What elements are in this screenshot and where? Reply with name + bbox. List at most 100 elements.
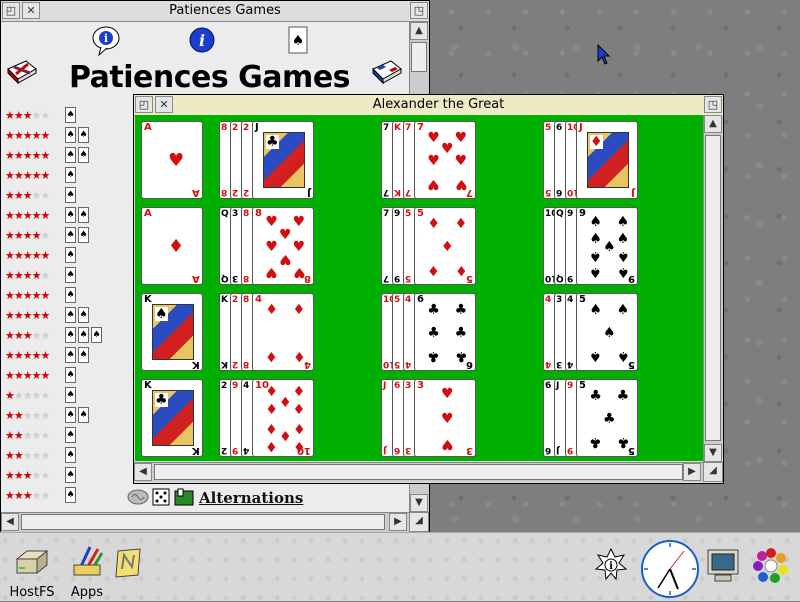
card-rank: 3	[232, 273, 239, 283]
suit-pip: ♦	[279, 426, 292, 443]
playing-card[interactable]: 7 7 ♥ ♥ ♥ ♥ ♥ ♥ ♥	[414, 121, 476, 199]
apps-folder-icon	[73, 546, 104, 576]
deck-icon: ♠	[65, 127, 76, 143]
scroll-thumb[interactable]	[705, 135, 721, 441]
card-rank: 3	[556, 359, 563, 369]
scroll-left-arrow[interactable]: ◀	[1, 513, 19, 531]
difficulty-rating: ★★★★★	[5, 229, 50, 242]
card-rank: 7	[405, 187, 412, 197]
card-rank: 2	[232, 295, 239, 305]
playing-card[interactable]: J J ♦	[576, 121, 638, 199]
hostfs-drive[interactable]: HostFS	[8, 539, 56, 600]
card-corner-rank: A	[192, 273, 200, 284]
back-button[interactable]: ◰	[2, 2, 20, 19]
playing-card[interactable]: 8 8 ♥ ♥ ♥ ♥ ♥ ♥ ♥ ♥	[252, 207, 314, 285]
info-sun-button[interactable]: i	[593, 547, 629, 587]
playing-card[interactable]: K K ♣	[141, 379, 203, 457]
card-rank: K	[394, 123, 401, 133]
scroll-right-arrow[interactable]: ▶	[683, 463, 701, 481]
back-button[interactable]: ◰	[135, 96, 153, 113]
toggle-size-button[interactable]: ◳	[410, 2, 428, 19]
fr-book-icon[interactable]	[371, 59, 403, 85]
notepad-app[interactable]	[112, 547, 146, 587]
playing-card[interactable]: 6 6 ♣ ♣ ♣ ♣ ♣ ♣	[414, 293, 476, 371]
playing-card[interactable]: 5 5 ♠ ♠ ♠ ♠ ♠	[576, 293, 638, 371]
difficulty-rating: ★★★★★	[5, 449, 50, 462]
suit-pip: ♠	[603, 325, 616, 341]
svg-text:i: i	[104, 32, 108, 45]
deck-icon: ♠	[65, 387, 76, 403]
playing-card[interactable]: A A ♥	[141, 121, 203, 199]
toggle-size-button[interactable]: ◳	[704, 96, 722, 113]
card-rank: 5	[394, 295, 401, 305]
card-corner-rank: 4	[255, 294, 262, 305]
display-monitor-icon	[707, 549, 739, 582]
playing-card[interactable]: 5 5 ♣ ♣ ♣ ♣ ♣	[576, 379, 638, 457]
info-icon[interactable]: i	[188, 26, 216, 54]
suit-pip: ♥	[265, 239, 278, 255]
spade-card-icon[interactable]: ♠	[288, 26, 308, 54]
suit-pip: ♦	[590, 134, 603, 150]
playing-card[interactable]: 9 9 ♠ ♠ ♠ ♠ ♠ ♠ ♠ ♠ ♠	[576, 207, 638, 285]
resize-handle[interactable]: ◢	[409, 512, 429, 532]
patiences-title-bar[interactable]: ◰ ✕ Patiences Games ◳	[1, 1, 429, 22]
playing-card[interactable]: J J ♣	[252, 121, 314, 199]
scroll-down-arrow[interactable]: ▼	[410, 494, 428, 512]
suit-pip: ♣	[616, 387, 630, 404]
difficulty-rating: ★★★★★	[5, 269, 50, 282]
page-title: Patiences Games	[69, 60, 351, 95]
resize-handle[interactable]: ◢	[703, 462, 723, 482]
card-rank: 4	[243, 445, 250, 455]
card-corner-rank: 6	[417, 294, 424, 305]
playing-card[interactable]: 4 4 ♦ ♦ ♦ ♦	[252, 293, 314, 371]
scroll-thumb-horizontal[interactable]	[154, 464, 683, 480]
card-corner-rank: 7	[417, 122, 424, 133]
display-button[interactable]	[705, 547, 743, 587]
deck-icon: ♠	[65, 307, 76, 323]
suit-pip: ♥	[279, 251, 292, 268]
suit-pip: ♣	[266, 134, 279, 150]
scroll-right-arrow[interactable]: ▶	[389, 513, 407, 531]
game-entry-alternations[interactable]: Alternations	[199, 489, 303, 507]
close-button[interactable]: ✕	[22, 2, 40, 19]
scroll-thumb-horizontal[interactable]	[21, 514, 385, 530]
deck-icon: ♠	[65, 427, 76, 443]
difficulty-rating: ★★★★★	[5, 149, 50, 162]
scroll-left-arrow[interactable]: ◀	[134, 463, 152, 481]
suit-pip: ♣	[603, 411, 616, 427]
scroll-thumb[interactable]	[411, 42, 427, 72]
card-corner-rank: 5	[579, 294, 586, 305]
vertical-scrollbar[interactable]: ▲ ▼	[703, 115, 723, 462]
card-corner-rank: 9	[579, 208, 586, 219]
suit-pip: ♣	[427, 348, 440, 365]
deck-icon: ♠	[65, 287, 76, 303]
notepad-icon	[115, 548, 141, 578]
scroll-up-arrow[interactable]: ▲	[704, 115, 722, 133]
window-title: Alexander the Great	[372, 97, 505, 112]
uk-book-icon[interactable]	[6, 59, 38, 85]
close-button[interactable]: ✕	[155, 96, 173, 113]
horizontal-scrollbar[interactable]: ◀ ▶	[1, 512, 409, 532]
alexander-the-great-window: ◰ ✕ Alexander the Great ◳ A A ♥ 8 8 2 2 2 2 J J ♣ 7 7…	[133, 94, 724, 484]
apps-folder[interactable]: Apps	[66, 539, 108, 600]
scroll-up-arrow[interactable]: ▲	[410, 22, 428, 40]
card-rank: 6	[394, 445, 401, 455]
card-corner-rank: A	[192, 187, 200, 198]
horizontal-scrollbar[interactable]: ◀ ▶	[134, 462, 703, 482]
playing-card[interactable]: K K ♠	[141, 293, 203, 371]
card-rank: Q	[556, 273, 564, 283]
clock-button[interactable]	[640, 539, 700, 599]
scroll-down-arrow[interactable]: ▼	[704, 444, 722, 462]
palette-button[interactable]	[752, 547, 790, 587]
playing-card[interactable]: 3 3 ♥ ♥ ♥	[414, 379, 476, 457]
playing-card[interactable]: 5 5 ♦ ♦ ♦ ♦ ♦	[414, 207, 476, 285]
suit-pip: ♦	[427, 215, 440, 232]
help-bubble-icon[interactable]: i	[91, 25, 121, 57]
suit-pip: ♠	[616, 301, 630, 318]
card-rank: 2	[221, 381, 228, 391]
playing-card[interactable]: 10 10 ♦ ♦ ♦ ♦ ♦ ♦ ♦ ♦ ♦ ♦	[252, 379, 314, 457]
deck-icon: ♠	[65, 487, 76, 503]
alexander-title-bar[interactable]: ◰ ✕ Alexander the Great ◳	[134, 95, 723, 116]
playing-card[interactable]: A A ♦	[141, 207, 203, 285]
deck-icon: ♠	[91, 327, 102, 343]
